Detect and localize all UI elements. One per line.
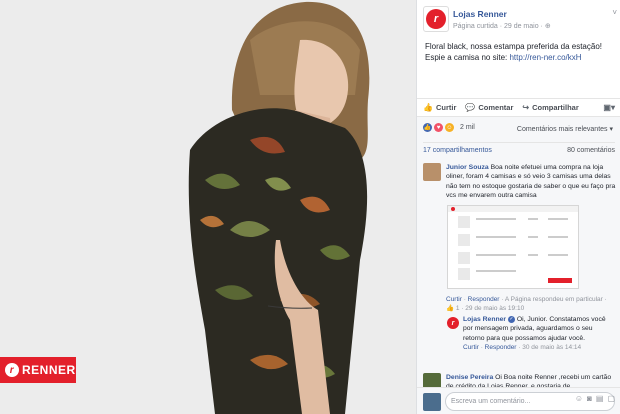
reply-body: Lojas Renner ✓ Oi, Junior. Constatamos v…	[463, 315, 613, 352]
post-side-panel: r Lojas Renner Página curtida · 29 de ma…	[416, 0, 620, 414]
thumbs-up-icon: 👍	[423, 103, 433, 112]
reply-reply-link[interactable]: Responder	[485, 344, 517, 351]
comment-attachment-screenshot[interactable]	[447, 205, 579, 289]
current-user-avatar	[423, 393, 441, 411]
post-options-chevron-icon[interactable]: ˅	[612, 8, 617, 17]
renner-mark-icon: r	[5, 363, 19, 377]
comment-composer: Escreva um comentário... ☺ ◙ ▤ ▢	[417, 387, 620, 414]
love-reaction-icon: ♥	[434, 123, 443, 132]
comment-body: Junior Souza Boa noite efetuei uma compr…	[446, 163, 616, 200]
like-reaction-icon: 👍	[423, 123, 432, 132]
reply-author[interactable]: Lojas Renner	[463, 316, 506, 323]
order-screenshot-image	[448, 206, 578, 288]
comment-author[interactable]: Denise Pereira	[446, 374, 493, 381]
renner-brand-logo: r RENNER	[0, 357, 76, 383]
post-photo[interactable]: r RENNER	[0, 0, 416, 414]
comment-like-link[interactable]: Curtir	[446, 296, 462, 303]
post-text-prefix: Espie a camisa no site:	[425, 53, 510, 62]
comment-reply-link[interactable]: Responder	[468, 296, 500, 303]
post-as-selector-icon[interactable]: ▣▾	[603, 103, 615, 112]
reaction-count: 2 mil	[460, 124, 475, 131]
reactions-summary[interactable]: 👍 ♥ ☺ 2 mil	[423, 123, 475, 132]
share-button[interactable]: ↪ Compartilhar	[522, 103, 578, 112]
post-message: Floral black, nossa estampa preferida da…	[425, 41, 619, 63]
post-text-line1: Floral black, nossa estampa preferida da…	[425, 42, 602, 51]
post-text-line2: Espie a camisa no site: http://ren-ner.c…	[425, 52, 619, 63]
post-header: r Lojas Renner Página curtida · 29 de ma…	[423, 6, 617, 34]
comment-label: Comentar	[478, 103, 514, 112]
haha-reaction-icon: ☺	[445, 123, 454, 132]
globe-icon: ⊕	[544, 23, 551, 30]
like-label: Curtir	[435, 103, 457, 112]
renner-logo-icon: r	[426, 9, 446, 29]
comment-input-placeholder: Escreva um comentário...	[451, 398, 531, 405]
comment-meta: Curtir · Responder · A Página respondeu …	[446, 296, 607, 312]
like-button[interactable]: 👍 Curtir	[423, 103, 456, 112]
renner-brand-label: RENNER	[22, 363, 76, 377]
page-avatar[interactable]: r	[423, 6, 449, 32]
commenter-avatar[interactable]	[423, 373, 441, 387]
composer-icons: ☺ ◙ ▤ ▢	[575, 394, 615, 403]
reply-meta: Curtir · Responder · 30 de maio às 14:14	[463, 343, 582, 351]
reply-like-link[interactable]: Curtir	[463, 344, 479, 351]
comment-button[interactable]: 💬 Comentar	[465, 103, 513, 112]
renner-reply-avatar[interactable]: r	[447, 317, 459, 329]
gif-icon[interactable]: ▤	[596, 394, 604, 403]
reply-meta-rest: · 30 de maio às 14:14	[516, 343, 582, 351]
comment-item: Denise Pereira Oi Boa noite Renner ,rece…	[423, 373, 617, 387]
shares-comments-row: 17 compartilhamentos 80 comentários	[423, 142, 615, 154]
post-link[interactable]: http://ren-ner.co/kxH	[509, 53, 581, 62]
post-meta: Página curtida · 29 de maio · ⊕	[453, 22, 551, 30]
comments-area: 👍 ♥ ☺ 2 mil Comentários mais relevantes …	[417, 116, 620, 414]
comment-body: Denise Pereira Oi Boa noite Renner ,rece…	[446, 373, 616, 387]
comments-count[interactable]: 80 comentários	[567, 147, 615, 154]
verified-badge-icon: ✓	[507, 315, 515, 323]
share-arrow-icon: ↪	[522, 103, 530, 112]
comment-bubble-icon: 💬	[465, 103, 476, 112]
page-name-link[interactable]: Lojas Renner	[453, 9, 507, 19]
commenter-avatar[interactable]	[423, 163, 441, 181]
comment-author[interactable]: Junior Souza	[446, 164, 489, 171]
model-photo-illustration	[0, 0, 416, 414]
shares-count-link[interactable]: 17 compartilhamentos	[423, 147, 492, 154]
share-label: Compartilhar	[532, 103, 579, 112]
post-meta-text: Página curtida · 29 de maio ·	[453, 23, 543, 30]
comment-sort-dropdown[interactable]: Comentários mais relevantes ▾	[517, 125, 613, 133]
post-actions-bar: 👍 Curtir 💬 Comentar ↪ Compartilhar ▣▾	[417, 98, 620, 116]
sticker-icon[interactable]: ▢	[607, 394, 615, 403]
emoji-icon[interactable]: ☺	[575, 394, 583, 403]
camera-icon[interactable]: ◙	[587, 394, 592, 403]
